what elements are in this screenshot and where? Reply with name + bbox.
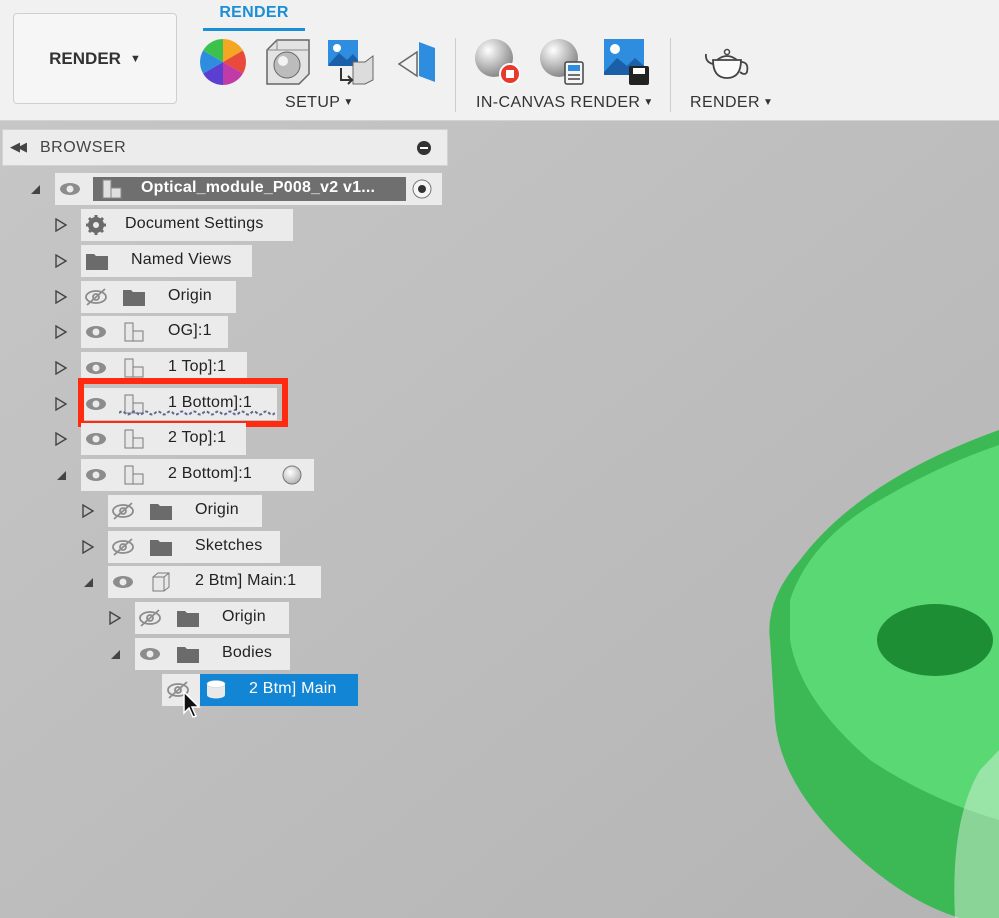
collapse-arrow-icon[interactable]: [81, 575, 95, 589]
render-group-label[interactable]: RENDER ▼: [690, 94, 773, 112]
activate-radio-icon[interactable]: [281, 464, 303, 486]
tree-item-label: Sketches: [195, 537, 263, 554]
folder-icon: [177, 647, 199, 663]
visibility-hidden-icon[interactable]: [111, 500, 135, 522]
tree-item-label: 2 Btm] Main:1: [195, 572, 297, 589]
tree-item-2-btm-main-component[interactable]: 2 Btm] Main:1: [108, 566, 321, 598]
expand-arrow-icon[interactable]: [54, 254, 68, 268]
visibility-eye-icon[interactable]: [111, 571, 135, 593]
tree-item-2-btm-main-body[interactable]: 2 Btm] Main: [200, 674, 358, 706]
caret-down-icon: ▼: [129, 52, 141, 65]
folder-icon: [177, 611, 199, 627]
visibility-eye-icon[interactable]: [84, 357, 108, 379]
toolbar-separator: [455, 38, 456, 112]
toolbar: RENDER ▼ RENDER SETUP ▼ IN-CANVAS RENDER…: [0, 0, 999, 121]
capture-image-icon[interactable]: [603, 38, 651, 86]
tree-item-2-bottom[interactable]: 2 Bottom]:1: [81, 459, 314, 491]
tree-item-label: Origin: [195, 501, 239, 518]
workspace-label: RENDER: [49, 48, 121, 68]
component-box-icon: [152, 572, 170, 592]
tree-item-label: 1 Top]:1: [168, 358, 227, 375]
tree-item-label: Origin: [168, 287, 212, 304]
visibility-eye-icon[interactable]: [58, 178, 82, 200]
texture-map-icon[interactable]: [327, 38, 375, 86]
expand-arrow-icon[interactable]: [108, 611, 122, 625]
expand-arrow-icon[interactable]: [54, 218, 68, 232]
tree-item-sketches[interactable]: Sketches: [108, 531, 280, 563]
folder-icon: [150, 540, 172, 556]
annotation-highlight-box: [78, 378, 288, 427]
tree-item-origin-2[interactable]: Origin: [108, 495, 262, 527]
component-icon: [124, 429, 144, 449]
mouse-cursor-icon: [183, 691, 201, 718]
scene-settings-icon[interactable]: [263, 38, 311, 86]
visibility-hidden-icon[interactable]: [84, 286, 108, 308]
component-icon: [124, 358, 144, 378]
expand-arrow-icon[interactable]: [54, 361, 68, 375]
visibility-eye-icon[interactable]: [138, 643, 162, 665]
collapse-arrow-icon[interactable]: [28, 182, 42, 196]
tree-item-label: Named Views: [131, 251, 232, 268]
browser-root-node[interactable]: Optical_module_P008_v2 v1...: [55, 173, 442, 205]
gear-icon: [86, 215, 106, 235]
tree-item-label: 2 Top]:1: [168, 429, 227, 446]
setup-group-label[interactable]: SETUP ▼: [285, 94, 354, 112]
collapse-panel-icon[interactable]: ◀◀: [10, 139, 27, 155]
tree-item-label: 2 Bottom]:1: [168, 465, 253, 482]
component-icon: [124, 322, 144, 342]
tree-item-label: Document Settings: [125, 215, 264, 232]
expand-arrow-icon[interactable]: [54, 432, 68, 446]
model-hole: [877, 604, 993, 676]
workspace-switcher-button[interactable]: RENDER ▼: [13, 13, 177, 104]
visibility-hidden-icon[interactable]: [111, 536, 135, 558]
tree-item-bodies[interactable]: Bodies: [135, 638, 290, 670]
expand-arrow-icon[interactable]: [54, 290, 68, 304]
tree-item-label: Bodies: [222, 644, 273, 661]
tree-item-label: OG]:1: [168, 322, 212, 339]
tree-item-origin[interactable]: Origin: [81, 281, 236, 313]
tree-item-document-settings[interactable]: Document Settings: [81, 209, 293, 241]
visibility-eye-icon[interactable]: [84, 464, 108, 486]
tree-item-origin-3[interactable]: Origin: [135, 602, 289, 634]
folder-icon: [86, 254, 108, 270]
in-canvas-render-stop-icon[interactable]: [472, 38, 520, 86]
in-canvas-render-group-label[interactable]: IN-CANVAS RENDER ▼: [476, 94, 654, 112]
visibility-eye-icon[interactable]: [84, 428, 108, 450]
tree-item-label: 2 Btm] Main: [249, 680, 337, 697]
render-teapot-icon[interactable]: [703, 38, 751, 86]
tab-render[interactable]: RENDER: [203, 4, 305, 22]
activate-radio-icon[interactable]: [411, 178, 433, 200]
tree-item-og[interactable]: OG]:1: [81, 316, 228, 348]
browser-panel-header: ◀◀ BROWSER: [2, 129, 448, 166]
active-tab-indicator: [203, 28, 305, 31]
tree-item-2-top[interactable]: 2 Top]:1: [81, 423, 246, 455]
expand-arrow-icon[interactable]: [54, 325, 68, 339]
color-wheel-icon[interactable]: [199, 38, 247, 86]
tree-item-named-views[interactable]: Named Views: [81, 245, 252, 277]
expand-arrow-icon[interactable]: [54, 397, 68, 411]
decal-icon[interactable]: [393, 38, 441, 86]
browser-title: BROWSER: [40, 139, 127, 156]
collapse-arrow-icon[interactable]: [54, 468, 68, 482]
collapse-arrow-icon[interactable]: [108, 647, 122, 661]
expand-arrow-icon[interactable]: [81, 540, 95, 554]
folder-icon: [150, 504, 172, 520]
expand-arrow-icon[interactable]: [81, 504, 95, 518]
minimize-panel-icon[interactable]: [417, 141, 431, 155]
tree-item-label: Origin: [222, 608, 266, 625]
component-icon: [124, 465, 144, 485]
toolbar-separator: [670, 38, 671, 112]
component-icon: [102, 179, 122, 199]
root-document-name[interactable]: Optical_module_P008_v2 v1...: [93, 177, 406, 201]
visibility-hidden-icon[interactable]: [138, 607, 162, 629]
body-icon: [206, 680, 226, 699]
in-canvas-render-settings-icon[interactable]: [537, 38, 585, 86]
visibility-eye-icon[interactable]: [84, 321, 108, 343]
folder-icon: [123, 290, 145, 306]
